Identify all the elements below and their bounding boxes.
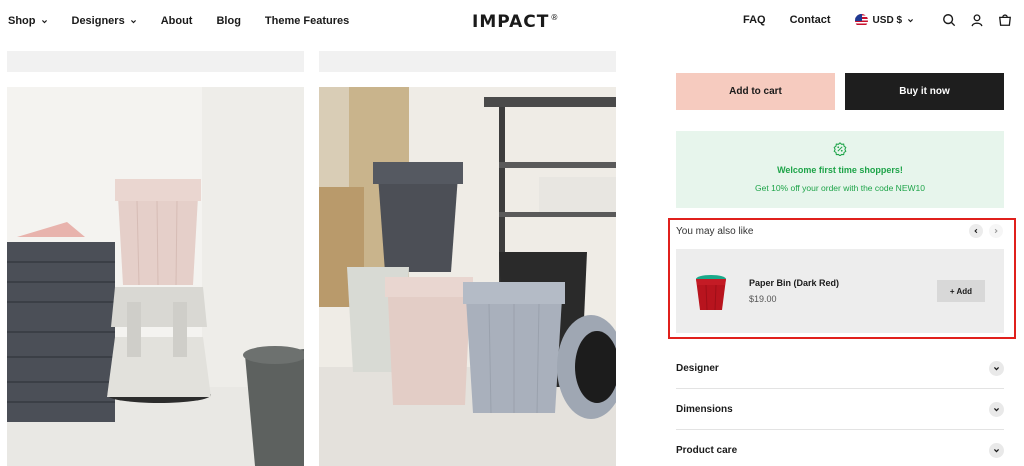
carousel-next-button[interactable] (989, 224, 1003, 238)
header-actions: FAQ Contact USD $ (743, 13, 1012, 27)
product-photo-2-image (319, 87, 616, 466)
gallery-strip-left (7, 51, 304, 72)
add-recommendation-button[interactable]: + Add (937, 280, 985, 302)
paper-bin-dark-red-thumbnail[interactable] (695, 274, 727, 312)
site-logo[interactable]: IMPACT® (472, 12, 559, 32)
add-to-cart-button[interactable]: Add to cart (676, 73, 835, 110)
logo-text: IMPACT (472, 12, 550, 32)
account-icon[interactable] (970, 13, 984, 27)
chevron-down-icon (993, 449, 1000, 453)
currency-label: USD $ (872, 14, 902, 26)
accordion-product-care-toggle[interactable] (989, 443, 1004, 458)
nav-about[interactable]: About (161, 15, 193, 27)
us-flag-icon (854, 13, 868, 27)
cart-icon[interactable] (998, 13, 1012, 27)
chevron-down-icon (41, 19, 47, 23)
chevron-down-icon (130, 19, 136, 23)
recommendation-name[interactable]: Paper Bin (Dark Red) (749, 278, 839, 288)
nav-shop-label: Shop (8, 15, 36, 27)
accordion-product-care[interactable]: Product care (676, 431, 1004, 466)
promo-subtitle: Get 10% off your order with the code NEW… (755, 183, 925, 193)
product-photo-1[interactable] (7, 87, 304, 466)
nav-blog[interactable]: Blog (216, 15, 240, 27)
accordion-dimensions-label: Dimensions (676, 404, 733, 415)
chevron-down-icon (993, 367, 1000, 371)
accordion-designer[interactable]: Designer (676, 349, 1004, 389)
nav-theme-features-label: Theme Features (264, 15, 350, 27)
chevron-left-icon (974, 228, 978, 234)
search-icon[interactable] (942, 13, 956, 27)
discount-icon (833, 142, 847, 156)
accordion-dimensions-toggle[interactable] (989, 402, 1004, 417)
nav-about-label: About (160, 15, 193, 27)
chevron-down-icon (993, 408, 1000, 412)
nav-shop[interactable]: Shop (8, 15, 48, 27)
nav-designers-label: Designers (71, 15, 125, 27)
recommendations-title: You may also like (676, 226, 754, 237)
recommendation-price: $19.00 (749, 294, 777, 304)
nav-theme-features[interactable]: Theme Features (265, 15, 349, 27)
buy-now-button[interactable]: Buy it now (845, 73, 1004, 110)
accordion-dimensions[interactable]: Dimensions (676, 390, 1004, 430)
nav-contact[interactable]: Contact (790, 14, 831, 26)
nav-blog-label: Blog (216, 15, 241, 27)
nav-faq[interactable]: FAQ (743, 14, 766, 26)
promo-title: Welcome first time shoppers! (777, 165, 903, 175)
chevron-right-icon (994, 228, 998, 234)
nav-designers[interactable]: Designers (72, 15, 137, 27)
product-photo-1-image (7, 87, 304, 466)
chevron-down-icon (908, 18, 913, 22)
main-nav: Shop Designers About Blog Theme Features (8, 15, 373, 27)
currency-selector[interactable]: USD $ (854, 13, 914, 27)
accordion-designer-toggle[interactable] (989, 361, 1004, 376)
logo-registered-mark: ® (550, 13, 560, 23)
accordion-product-care-label: Product care (676, 445, 738, 456)
product-photo-2[interactable] (319, 87, 616, 466)
site-header: Shop Designers About Blog Theme Features… (0, 0, 1024, 46)
accordion-designer-label: Designer (676, 363, 719, 374)
gallery-strip-right (319, 51, 616, 72)
carousel-prev-button[interactable] (969, 224, 983, 238)
